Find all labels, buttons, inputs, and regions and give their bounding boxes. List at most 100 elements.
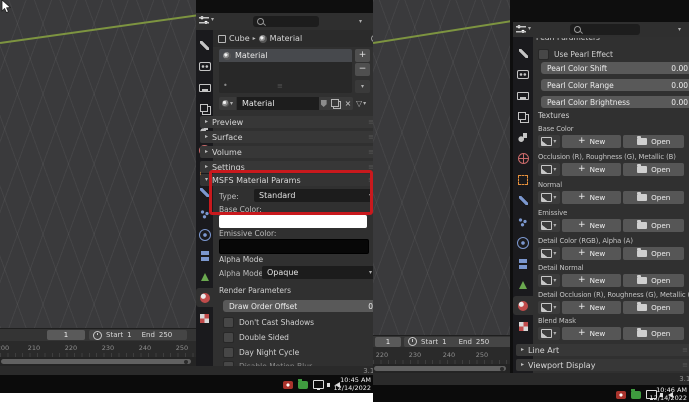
texture-image-browse-button[interactable]: ▾ <box>538 301 560 314</box>
current-frame-field[interactable]: 1 <box>375 337 401 347</box>
pearl-color-brightness-slider[interactable]: Pearl Color Brightness 0.00 <box>541 96 689 108</box>
tab-particles[interactable] <box>513 212 533 231</box>
texture-new-button[interactable]: +New <box>562 274 622 287</box>
tab-output[interactable] <box>196 78 213 97</box>
add-slot-button[interactable]: + <box>355 49 370 62</box>
tray-recorder-icon[interactable] <box>616 391 626 399</box>
tab-constraints[interactable] <box>196 246 213 265</box>
texture-image-browse-button[interactable]: ▾ <box>538 247 560 260</box>
filter-options-button[interactable]: ▾ <box>359 19 362 25</box>
panel-volume[interactable]: ▸Volume≡ <box>200 146 373 158</box>
horizontal-scrollbar[interactable] <box>1 359 191 364</box>
start-value[interactable]: 1 <box>127 331 131 339</box>
panel-preview[interactable]: ▸Preview≡ <box>200 116 373 128</box>
texture-image-browse-button[interactable]: ▾ <box>538 135 560 148</box>
texture-open-button[interactable]: Open <box>623 163 684 176</box>
tab-physics[interactable] <box>513 233 533 252</box>
emissive-color-swatch[interactable] <box>219 239 369 254</box>
tab-view-layer[interactable] <box>513 107 533 126</box>
panel-surface[interactable]: ▸Surface≡ <box>200 131 373 143</box>
frame-range-group[interactable]: Start 1 End 250 <box>89 330 187 340</box>
texture-new-button[interactable]: +New <box>562 219 622 232</box>
fake-user-shield-icon[interactable] <box>321 100 327 107</box>
texture-image-browse-button[interactable]: ▾ <box>538 219 560 232</box>
tab-object-data[interactable] <box>196 267 213 286</box>
texture-image-browse-button[interactable]: ▾ <box>538 274 560 287</box>
tab-object[interactable] <box>513 170 533 189</box>
alpha-mode-dropdown[interactable]: Opaque▾ <box>262 266 373 279</box>
pearl-color-shift-slider[interactable]: Pearl Color Shift 0.00 <box>541 62 689 74</box>
network-monitor-icon[interactable] <box>313 380 324 389</box>
remove-slot-button[interactable]: − <box>355 63 370 76</box>
texture-image-browse-button[interactable]: ▾ <box>538 163 560 176</box>
texture-open-button[interactable]: Open <box>623 301 684 314</box>
panel-grip[interactable]: ≡ <box>682 362 688 369</box>
panel-line-art[interactable]: ▸Line Art≡ <box>516 344 689 356</box>
texture-open-button[interactable]: Open <box>623 247 684 260</box>
texture-new-button[interactable]: +New <box>562 191 622 204</box>
tray-folder-icon[interactable] <box>298 381 308 389</box>
pearl-color-range-slider[interactable]: Pearl Color Range 0.00 <box>541 79 689 91</box>
tab-object-data[interactable] <box>513 275 533 294</box>
tab-texture[interactable] <box>513 317 533 336</box>
tab-tool[interactable] <box>513 44 533 63</box>
material-slot-row[interactable]: Material <box>219 49 352 62</box>
texture-image-browse-button[interactable]: ▾ <box>538 327 560 340</box>
texture-open-button[interactable]: Open <box>623 135 684 148</box>
tab-world[interactable] <box>513 149 533 168</box>
dont-cast-shadows-checkbox[interactable] <box>223 317 234 328</box>
texture-new-button[interactable]: +New <box>562 135 622 148</box>
tab-modifiers[interactable] <box>513 191 533 210</box>
current-frame-field[interactable]: 1 <box>47 330 85 340</box>
tab-render[interactable] <box>196 57 213 76</box>
timeline-ruler[interactable]: 200 210 220 230 240 250 <box>0 341 196 357</box>
tab-tool[interactable] <box>196 36 213 55</box>
horizontal-scrollbar[interactable] <box>374 366 506 371</box>
material-slot-list[interactable]: Material • ≡ <box>219 49 352 93</box>
editor-type-button[interactable]: ▾ <box>199 16 214 24</box>
slot-specials-button[interactable]: ▾ <box>355 80 370 93</box>
use-pearl-effect-checkbox[interactable] <box>538 49 549 60</box>
tab-scene[interactable] <box>513 128 533 147</box>
texture-open-button[interactable]: Open <box>623 191 684 204</box>
end-value[interactable]: 250 <box>476 338 489 346</box>
tab-render[interactable] <box>513 65 533 84</box>
tab-material[interactable] <box>513 296 533 315</box>
texture-image-browse-button[interactable]: ▾ <box>538 191 560 204</box>
breadcrumb-material[interactable]: Material <box>270 34 303 43</box>
search-input[interactable] <box>570 24 640 35</box>
material-name-field[interactable]: Material <box>237 97 323 110</box>
texture-new-button[interactable]: +New <box>562 301 622 314</box>
tab-physics[interactable] <box>196 225 213 244</box>
filter-options-button[interactable]: ▾ <box>678 27 681 33</box>
day-night-cycle-checkbox[interactable] <box>223 347 234 358</box>
panel-viewport-display[interactable]: ▸Viewport Display≡ <box>516 359 689 371</box>
timeline-ruler[interactable]: 220 230 240 250 <box>373 347 510 364</box>
texture-new-button[interactable]: +New <box>562 247 622 260</box>
frame-range-group[interactable]: Start 1 End 250 <box>404 337 515 347</box>
tab-constraints[interactable] <box>513 254 533 273</box>
texture-open-button[interactable]: Open <box>623 274 684 287</box>
viewport-3d-b[interactable] <box>373 0 510 335</box>
duplicate-icon[interactable] <box>331 99 339 107</box>
panel-grip[interactable]: ≡ <box>682 347 688 354</box>
taskbar-clock[interactable]: 10:45 AM 12/14/2022 <box>334 376 371 392</box>
draw-order-offset-field[interactable]: Draw Order Offset 0 <box>223 300 373 312</box>
unlink-x-icon[interactable]: × <box>345 100 352 108</box>
tray-folder-icon[interactable] <box>631 391 641 399</box>
browse-material-button[interactable]: ▾ <box>219 97 236 110</box>
tab-output[interactable] <box>513 86 533 105</box>
tab-material[interactable] <box>196 288 213 307</box>
viewport-3d-a[interactable] <box>0 0 196 328</box>
texture-open-button[interactable]: Open <box>623 327 684 340</box>
list-resize-grip[interactable]: ≡ <box>277 83 283 90</box>
end-value[interactable]: 250 <box>159 331 172 339</box>
texture-new-button[interactable]: +New <box>562 327 622 340</box>
taskbar-clock[interactable]: 10:46 AM 12/14/2022 <box>650 386 687 402</box>
editor-type-button[interactable]: ▾ <box>516 25 531 33</box>
texture-new-button[interactable]: +New <box>562 163 622 176</box>
tray-recorder-icon[interactable] <box>283 381 293 389</box>
start-value[interactable]: 1 <box>442 338 446 346</box>
texture-open-button[interactable]: Open <box>623 219 684 232</box>
breadcrumb-object[interactable]: Cube <box>229 34 250 43</box>
